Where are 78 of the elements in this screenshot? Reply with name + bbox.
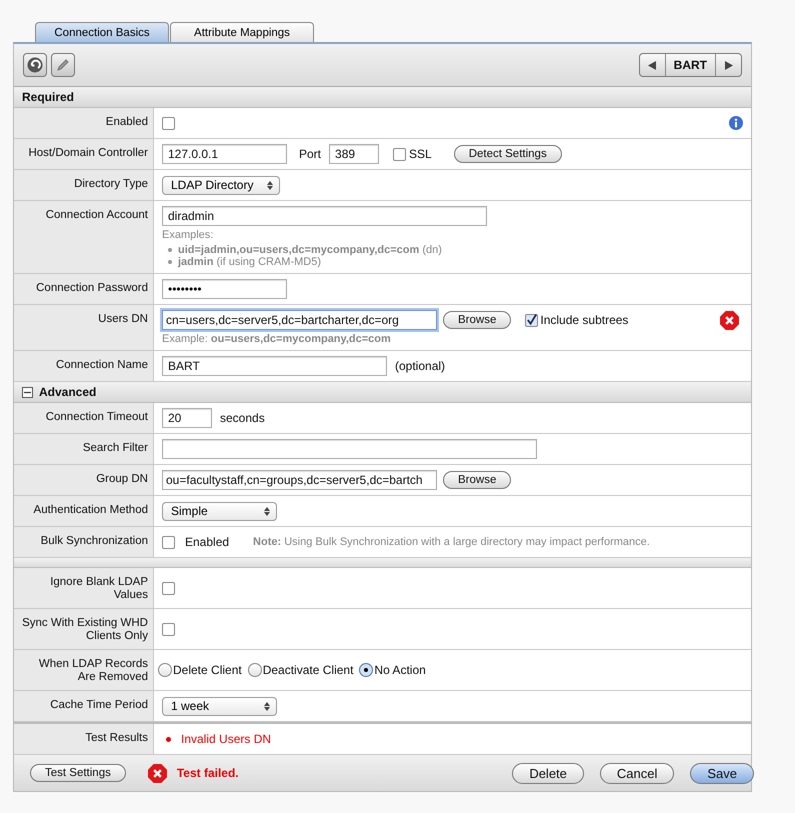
examples-heading: Examples: <box>162 229 214 241</box>
field-label: Ignore Blank LDAP Values <box>14 568 154 608</box>
port-field[interactable]: 389 <box>329 144 380 164</box>
field-label: Host/Domain Controller <box>14 139 154 169</box>
host-field[interactable]: 127.0.0.1 <box>162 144 287 164</box>
checkbox[interactable] <box>162 622 175 636</box>
checkbox[interactable] <box>162 536 175 548</box>
field-label: Sync With Existing WHD Clients Only <box>14 609 154 649</box>
footer-button[interactable]: Cancel <box>600 762 674 784</box>
browse-button[interactable]: Browse <box>443 471 512 489</box>
section-title: Advanced <box>39 385 96 399</box>
field-label: Enabled <box>14 108 154 138</box>
pencil-icon <box>56 58 70 72</box>
primary-button[interactable]: Save <box>690 762 754 784</box>
info-icon[interactable] <box>729 116 743 130</box>
test-settings-button[interactable]: Test Settings <box>30 764 126 782</box>
right-arrow-icon <box>724 60 732 70</box>
field-label: Directory Type <box>14 170 154 200</box>
footer-button[interactable]: Delete <box>512 762 584 784</box>
checkbox[interactable] <box>393 148 406 160</box>
dropdown[interactable]: Simple <box>162 502 277 520</box>
field-label: Connection Name <box>14 351 154 381</box>
hint-text: Example: ou=users,dc=mycompany,dc=com <box>162 333 392 345</box>
caret-icon <box>267 180 274 190</box>
field-label: Authentication Method <box>14 496 154 526</box>
text-field[interactable] <box>162 439 537 459</box>
example-text: jadmin (if using CRAM-MD5) <box>178 256 322 268</box>
bullet-icon <box>166 736 171 742</box>
detect-settings-button[interactable]: Detect Settings <box>454 145 562 163</box>
caret-icon <box>264 702 270 710</box>
left-arrow-icon <box>648 60 656 70</box>
dropdown[interactable]: 1 week <box>162 696 277 716</box>
field-label: Connection Password <box>14 274 154 304</box>
caret-icon <box>264 506 270 516</box>
note-text: Note: Using Bulk Synchronization with a large directory may impact performance. <box>253 536 650 548</box>
checkbox[interactable] <box>162 582 175 594</box>
dn-field[interactable]: ou=facultystaff,cn=groups,dc=server5,dc=bartch <box>162 470 437 490</box>
text-field[interactable]: 20 <box>162 408 212 428</box>
radio-label: Deactivate Client <box>262 663 354 677</box>
back-icon <box>27 57 43 73</box>
suffix-label: seconds <box>220 411 265 425</box>
port-label: Port <box>299 147 322 161</box>
edit-button[interactable] <box>51 53 75 77</box>
radio-label: Delete Client <box>173 663 242 677</box>
field-label: Search Filter <box>14 434 154 464</box>
checkbox-label: Enabled <box>185 535 230 549</box>
back-button[interactable] <box>23 53 47 77</box>
radio-button[interactable] <box>359 663 374 677</box>
radio-button[interactable] <box>158 663 172 677</box>
checkbox[interactable] <box>525 314 538 326</box>
status-text: Test failed. <box>176 766 239 780</box>
field-label: Connection Account <box>14 201 154 273</box>
radio-button[interactable] <box>248 663 262 677</box>
dn-field[interactable]: cn=users,dc=server5,dc=bartcharter,dc=org <box>162 310 437 330</box>
section-title: Required <box>22 90 74 104</box>
text-field[interactable]: diradmin <box>162 206 487 226</box>
record-name: BART <box>664 54 716 76</box>
text-field[interactable]: •••••••• <box>162 279 287 299</box>
field-label: When LDAP Records Are Removed <box>14 650 154 690</box>
field-label: Connection Timeout <box>14 403 154 433</box>
collapse-toggle[interactable] <box>22 386 33 398</box>
ssl-label: SSL <box>409 147 432 161</box>
field-label: Cache Time Period <box>14 691 154 721</box>
tab[interactable]: Connection Basics <box>35 22 169 42</box>
checkbox-label: Include subtrees <box>540 313 628 327</box>
result-text: Invalid Users DN <box>181 732 272 746</box>
text-field[interactable]: BART <box>162 356 387 376</box>
example-text: uid=jadmin,ou=users,dc=mycompany,dc=com (dn) <box>178 244 442 256</box>
field-label: Bulk Synchronization <box>14 527 154 557</box>
field-label: Group DN <box>14 465 154 495</box>
field-label: Test Results <box>14 724 154 754</box>
suffix-label: (optional) <box>395 359 446 373</box>
radio-label: No Action <box>374 663 426 677</box>
dropdown[interactable]: LDAP Directory <box>162 176 280 194</box>
browse-button[interactable]: Browse <box>443 311 512 329</box>
checkbox[interactable] <box>162 116 175 130</box>
field-label: Users DN <box>14 305 154 350</box>
tab[interactable]: Attribute Mappings <box>170 22 314 42</box>
